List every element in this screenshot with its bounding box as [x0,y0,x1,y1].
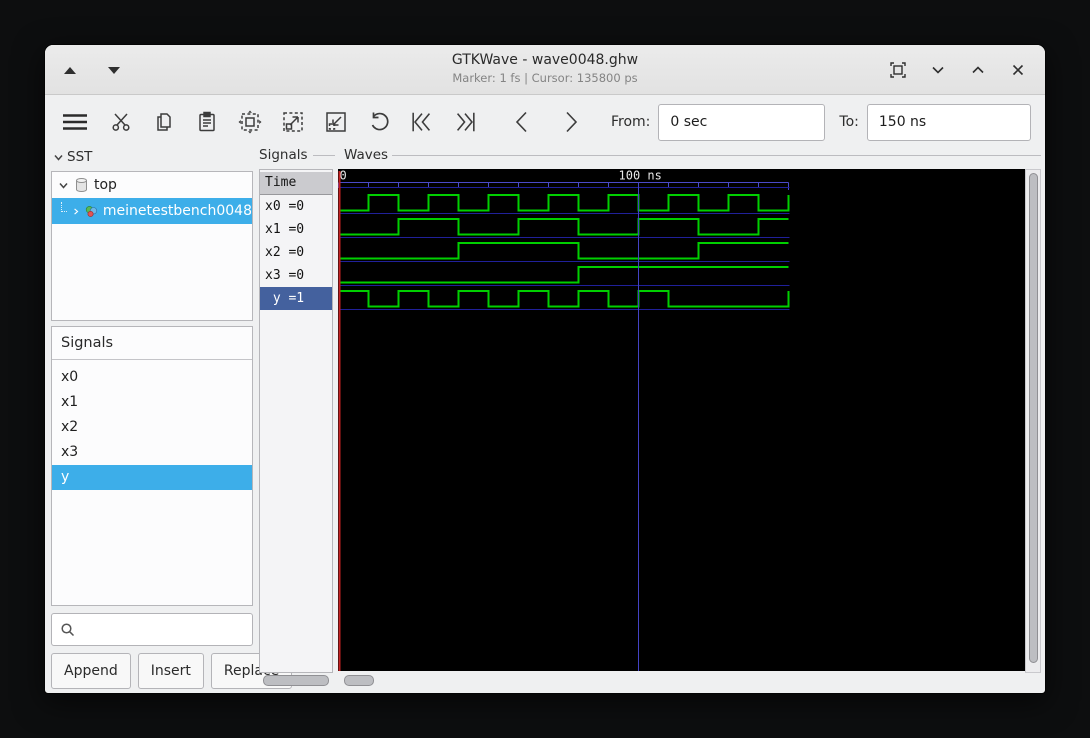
tree-item-label: top [94,177,117,193]
signal-name-y[interactable]: y =1 [260,287,332,310]
facility-list: Signals x0 x1 x2 x3 y [51,326,253,606]
svg-text:100 ns: 100 ns [619,169,662,183]
tree-item-top[interactable]: top [52,172,252,198]
from-label: From: [611,114,651,130]
go-to-start-button[interactable] [409,109,435,135]
facility-item-x0[interactable]: x0 [52,365,252,390]
signal-search-box[interactable] [51,613,253,646]
paste-button[interactable] [194,109,220,135]
facility-item-x3[interactable]: x3 [52,440,252,465]
skip-to-end-icon [456,112,475,132]
zoom-out-arrow-icon [283,112,303,132]
search-icon [61,622,75,636]
expander-down-icon [59,182,68,189]
cut-button[interactable] [108,109,134,135]
expander-down-icon [54,154,63,161]
to-label: To: [839,114,859,130]
clipboard-icon [199,111,215,132]
skip-to-start-icon [412,112,431,132]
hamburger-menu-icon [63,114,87,130]
sst-section-header[interactable]: SST [53,149,92,165]
names-hscrollbar[interactable] [263,675,329,686]
titlebar[interactable]: GTKWave - wave0048.ghw Marker: 1 fs | Cu… [45,45,1045,95]
to-time-input[interactable] [866,103,1031,141]
waves-panel[interactable]: 0 100 ns [338,169,1025,671]
names-panel: Time x0 =0 x1 =0 x2 =0 x3 =0 y =1 [259,169,333,673]
signal-name-x2[interactable]: x2 =0 [260,241,332,264]
expander-right-icon [74,207,79,215]
zoom-in-button[interactable] [323,109,349,135]
signal-name-x0[interactable]: x0 =0 [260,195,332,218]
fullscreen-button[interactable] [887,59,909,81]
close-icon [1012,64,1024,76]
append-button[interactable]: Append [51,653,131,689]
go-to-end-button[interactable] [452,109,478,135]
facility-item-x2[interactable]: x2 [52,415,252,440]
toolbar: From: To: [45,95,1045,149]
tree-item-label: meinetestbench0048 [102,203,252,219]
undo-icon [371,112,389,131]
scissors-icon [112,113,130,131]
waves-hscrollbar[interactable] [344,675,374,686]
sst-tree: top meinetestbench0048 [51,171,253,321]
facility-list-title: Signals [52,327,252,360]
time-header[interactable]: Time [260,172,332,195]
database-icon [76,178,87,192]
module-icon [86,205,98,217]
undo-button[interactable] [366,109,392,135]
chevron-right-icon [566,111,578,133]
chevron-up-icon [972,66,984,74]
gtkwave-window: GTKWave - wave0048.ghw Marker: 1 fs | Cu… [44,44,1046,694]
waveform-canvas[interactable]: 0 100 ns [338,169,1025,671]
zoom-out-full-button[interactable] [280,109,306,135]
zoom-fit-icon [238,110,262,134]
tree-item-meinetestbench0048[interactable]: meinetestbench0048 [52,198,252,224]
chevron-down-icon [932,66,944,74]
from-time-input[interactable] [658,103,826,141]
tree-connector [61,202,68,212]
sst-label: SST [67,149,93,165]
facility-item-x1[interactable]: x1 [52,390,252,415]
signal-name-x3[interactable]: x3 =0 [260,264,332,287]
facility-item-y[interactable]: y [52,465,252,490]
facility-buttons: Append Insert Replace [51,653,293,689]
copy-icon [157,113,171,131]
shift-left-button[interactable] [509,109,535,135]
copy-button[interactable] [151,109,177,135]
maximize-button[interactable] [967,59,989,81]
chevron-left-icon [515,111,527,133]
fullscreen-icon [890,62,906,78]
minimize-button[interactable] [927,59,949,81]
close-button[interactable] [1007,59,1029,81]
shift-right-button[interactable] [558,109,584,135]
names-panel-title: Signals [259,147,312,163]
zoom-in-arrow-icon [326,112,346,132]
signal-name-x1[interactable]: x1 =0 [260,218,332,241]
insert-button[interactable]: Insert [137,653,204,689]
waves-vscrollbar[interactable] [1029,173,1038,663]
menu-button[interactable] [59,109,91,135]
zoom-fit-button[interactable] [237,109,263,135]
svg-text:0: 0 [340,169,347,183]
waves-panel-title: Waves [344,147,393,163]
